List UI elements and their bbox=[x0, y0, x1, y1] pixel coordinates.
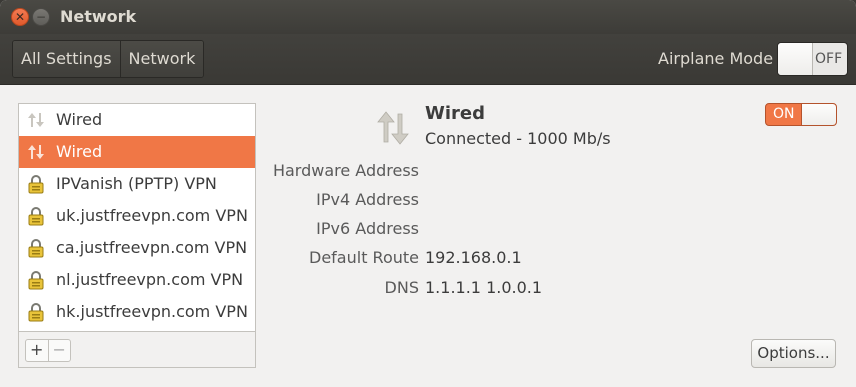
close-window-button[interactable]: ✕ bbox=[11, 8, 29, 26]
default-route-value: 192.168.0.1 bbox=[425, 248, 522, 267]
list-item-vpn-hk[interactable]: hk.justfreevpn.com VPN bbox=[19, 296, 255, 328]
airplane-switch-state: OFF bbox=[815, 51, 843, 67]
add-connection-button[interactable]: + bbox=[26, 340, 48, 361]
airplane-mode-switch[interactable]: OFF bbox=[777, 42, 848, 76]
network-breadcrumb-button[interactable]: Network bbox=[119, 41, 204, 77]
list-item-label: hk.justfreevpn.com VPN bbox=[56, 302, 248, 321]
list-toolbar: + − bbox=[18, 332, 256, 368]
list-item-label: IPVanish (PPTP) VPN bbox=[56, 174, 217, 193]
remove-connection-button[interactable]: − bbox=[47, 340, 71, 361]
all-settings-button[interactable]: All Settings bbox=[13, 41, 120, 77]
vpn-lock-icon bbox=[28, 207, 44, 226]
list-item-label: Wired bbox=[56, 110, 103, 129]
list-item-label: nl.justfreevpn.com VPN bbox=[56, 270, 244, 289]
vpn-lock-icon bbox=[28, 271, 44, 290]
list-item-wired-1[interactable]: Wired bbox=[19, 104, 255, 136]
list-item-label: uk.justfreevpn.com VPN bbox=[56, 206, 248, 225]
list-item-label: ca.justfreevpn.com VPN bbox=[56, 238, 248, 257]
title-bar: ✕ − Network bbox=[0, 0, 856, 34]
wired-arrows-icon bbox=[28, 113, 44, 127]
window-title: Network bbox=[60, 7, 137, 26]
list-item-label: Wired bbox=[56, 142, 103, 161]
dns-value: 1.1.1.1 1.0.0.1 bbox=[425, 278, 543, 297]
hardware-address-label: Hardware Address bbox=[272, 161, 419, 180]
add-remove-group: + − bbox=[25, 339, 71, 362]
list-item-vpn-nl[interactable]: nl.justfreevpn.com VPN bbox=[19, 264, 255, 296]
switch-knob bbox=[778, 43, 813, 75]
vpn-lock-icon bbox=[28, 239, 44, 258]
network-settings-window: ✕ − Network All Settings Network Airplan… bbox=[0, 0, 856, 387]
options-button[interactable]: Options... bbox=[751, 339, 836, 368]
wired-switch-state: ON bbox=[773, 106, 795, 122]
ipv4-address-label: IPv4 Address bbox=[316, 190, 419, 209]
airplane-mode-label: Airplane Mode bbox=[658, 49, 774, 68]
ipv6-address-label: IPv6 Address bbox=[316, 219, 419, 238]
wired-power-switch[interactable]: ON bbox=[765, 103, 837, 126]
default-route-label: Default Route bbox=[309, 248, 419, 267]
vpn-lock-icon bbox=[28, 175, 44, 194]
list-item-vpn-ipvanish[interactable]: IPVanish (PPTP) VPN bbox=[19, 168, 255, 200]
connection-status: Connected - 1000 Mb/s bbox=[425, 129, 611, 148]
switch-knob bbox=[801, 104, 836, 125]
list-item-vpn-ca[interactable]: ca.justfreevpn.com VPN bbox=[19, 232, 255, 264]
header-toolbar: All Settings Network Airplane Mode OFF bbox=[0, 34, 856, 85]
device-name: Wired bbox=[425, 103, 485, 124]
list-item-wired-2[interactable]: Wired bbox=[19, 136, 255, 168]
wired-arrows-icon bbox=[28, 145, 44, 159]
breadcrumb: All Settings Network bbox=[12, 40, 205, 78]
dns-label: DNS bbox=[384, 278, 419, 297]
minimize-window-button[interactable]: − bbox=[32, 8, 50, 26]
wired-device-icon bbox=[377, 111, 409, 145]
device-list: Wired Wired IPVanish (PPTP) VPN uk.justf… bbox=[18, 103, 256, 332]
list-item-vpn-uk[interactable]: uk.justfreevpn.com VPN bbox=[19, 200, 255, 232]
vpn-lock-icon bbox=[28, 303, 44, 322]
